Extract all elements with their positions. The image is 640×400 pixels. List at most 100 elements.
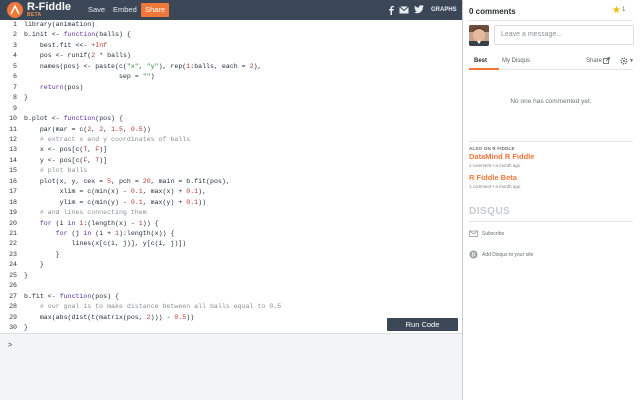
code-text[interactable]: best.fit <<- +Inf bbox=[24, 41, 107, 51]
code-line[interactable]: 23 } bbox=[0, 250, 462, 260]
related-thread-title[interactable]: DataMind R Fiddle bbox=[469, 152, 534, 161]
line-number: 12 bbox=[9, 135, 17, 143]
code-text[interactable]: for (j in (i + 1):length(x)) { bbox=[24, 229, 175, 239]
code-line[interactable]: 20 for (i in 1:(length(x) - 1)) { bbox=[0, 219, 462, 229]
code-line[interactable]: 10 b.plot <- function(pos) { bbox=[0, 114, 462, 124]
facebook-icon[interactable] bbox=[385, 4, 396, 15]
code-text[interactable]: # our goal is to make distance between a… bbox=[24, 302, 281, 312]
code-text[interactable]: # extract x and y coordinates of balls bbox=[24, 135, 190, 145]
console-input[interactable] bbox=[18, 340, 448, 352]
code-text[interactable]: ylim = c(min(y) - 0.1, max(y) + 0.1)) bbox=[24, 198, 206, 208]
code-text[interactable]: library(animation) bbox=[24, 20, 95, 30]
empty-comments-text: No one has commented yet. bbox=[510, 98, 592, 105]
code-text[interactable]: x <- pos[c(T, F)] bbox=[24, 145, 107, 155]
code-line[interactable]: 9 bbox=[0, 104, 462, 114]
share-icon[interactable] bbox=[603, 57, 610, 64]
line-number: 1 bbox=[13, 21, 17, 28]
code-line[interactable]: 13 x <- pos[c(T, F)] bbox=[0, 145, 462, 155]
code-text[interactable]: names(pos) <- paste(c("x", "y"), rep(1:b… bbox=[24, 62, 262, 72]
code-line[interactable]: 16 plot(x, y, cex = 5, pch = 20, main = … bbox=[0, 177, 462, 187]
code-text[interactable]: b.init <- function(balls) { bbox=[24, 30, 131, 40]
line-number: 4 bbox=[13, 52, 17, 60]
code-text[interactable]: } bbox=[24, 323, 28, 333]
line-number: 11 bbox=[9, 125, 17, 133]
divider bbox=[469, 141, 633, 142]
message-input[interactable]: Leave a message... bbox=[494, 25, 634, 45]
code-line[interactable]: 12 # extract x and y coordinates of ball… bbox=[0, 135, 462, 145]
related-thread-meta: 1 comment • a month ago bbox=[469, 163, 521, 168]
code-line[interactable]: 15 # plot balls bbox=[0, 166, 462, 176]
code-text[interactable]: y <- pos[c(F, T)] bbox=[24, 156, 107, 166]
gear-icon[interactable] bbox=[620, 57, 628, 65]
code-text[interactable]: max(abs(dist(t(matrix(pos, 2))) - 0.5)) bbox=[24, 313, 194, 323]
code-line[interactable]: 11 par(mar = c(2, 2, 1.5, 0.5)) bbox=[0, 125, 462, 135]
code-line[interactable]: 1 library(animation) bbox=[0, 20, 462, 30]
code-line[interactable]: 25} bbox=[0, 271, 462, 281]
code-text[interactable]: for (i in 1:(length(x) - 1)) { bbox=[24, 219, 159, 229]
active-tab-indicator bbox=[469, 68, 499, 70]
beta-badge: BETA bbox=[27, 12, 42, 18]
add-disqus-link[interactable]: Add Disqus to your site bbox=[482, 252, 533, 258]
code-line[interactable]: 14 y <- pos[c(F, T)] bbox=[0, 156, 462, 166]
share-link[interactable]: Share bbox=[586, 58, 602, 64]
code-text[interactable]: # and lines connecting them bbox=[24, 208, 147, 218]
tab-best[interactable]: Best bbox=[474, 58, 487, 64]
line-number: 24 bbox=[9, 261, 17, 269]
code-text[interactable]: plot(x, y, cex = 5, pch = 20, main = b.f… bbox=[24, 177, 230, 187]
tab-my-disqus[interactable]: My Disqus bbox=[502, 58, 530, 64]
code-line[interactable]: 19 # and lines connecting them bbox=[0, 208, 462, 218]
graphs-button[interactable]: GRAPHS bbox=[431, 3, 457, 17]
code-text[interactable]: } bbox=[24, 271, 28, 281]
code-text[interactable]: } bbox=[24, 93, 28, 103]
code-line[interactable]: 6 sep = "") bbox=[0, 72, 462, 82]
code-line[interactable]: 7 return(pos) bbox=[0, 83, 462, 93]
line-number: 2 bbox=[13, 31, 17, 39]
save-button[interactable]: Save bbox=[84, 3, 109, 17]
code-line[interactable]: 22 lines(x[c(i, j)], y[c(i, j)]) bbox=[0, 239, 462, 249]
code-text[interactable]: sep = "") bbox=[24, 72, 155, 82]
code-line[interactable]: 3 best.fit <<- +Inf bbox=[0, 41, 462, 51]
line-number: 3 bbox=[13, 41, 17, 49]
line-number: 10 bbox=[9, 115, 17, 123]
code-text[interactable]: b.plot <- function(pos) { bbox=[24, 114, 123, 124]
line-number: 9 bbox=[13, 104, 17, 112]
code-line[interactable]: 2 b.init <- function(balls) { bbox=[0, 30, 462, 40]
code-text[interactable]: xlim = c(min(x) - 0.1, max(x) + 0.1), bbox=[24, 187, 206, 197]
code-line[interactable]: 8} bbox=[0, 93, 462, 103]
avatar bbox=[469, 25, 489, 46]
line-number: 8 bbox=[13, 94, 17, 102]
line-number: 16 bbox=[9, 177, 17, 185]
code-line[interactable]: 21 for (j in (i + 1):length(x)) { bbox=[0, 229, 462, 239]
mail-icon[interactable] bbox=[398, 4, 409, 15]
code-text[interactable]: b.fit <- function(pos) { bbox=[24, 292, 119, 302]
chevron-down-icon[interactable]: ▼ bbox=[629, 58, 634, 64]
embed-button[interactable]: Embed bbox=[109, 3, 141, 17]
code-line[interactable]: 26 bbox=[0, 281, 462, 291]
code-text[interactable]: par(mar = c(2, 2, 1.5, 0.5)) bbox=[24, 125, 151, 135]
code-line[interactable]: 5 names(pos) <- paste(c("x", "y"), rep(1… bbox=[0, 62, 462, 72]
run-code-button[interactable]: Run Code bbox=[387, 318, 458, 331]
code-text[interactable]: return(pos) bbox=[24, 83, 84, 93]
code-text[interactable]: # plot balls bbox=[24, 166, 87, 176]
code-line[interactable]: 27 b.fit <- function(pos) { bbox=[0, 292, 462, 302]
code-line[interactable]: 17 xlim = c(min(x) - 0.1, max(x) + 0.1), bbox=[0, 187, 462, 197]
code-line[interactable]: 24 } bbox=[0, 260, 462, 270]
console[interactable]: > bbox=[0, 333, 462, 400]
related-thread-meta: 1 comment • a month ago bbox=[469, 184, 521, 189]
code-text[interactable]: } bbox=[24, 260, 44, 270]
user-menu[interactable]: 1 bbox=[622, 7, 625, 13]
code-line[interactable]: 18 ylim = c(min(y) - 0.1, max(y) + 0.1)) bbox=[0, 198, 462, 208]
code-line[interactable]: 28 # our goal is to make distance betwee… bbox=[0, 302, 462, 312]
code-text[interactable]: } bbox=[24, 250, 60, 260]
code-text[interactable]: pos <- runif(2 * balls) bbox=[24, 51, 131, 61]
star-icon[interactable]: ★ bbox=[612, 5, 621, 16]
subscribe-link[interactable]: Subscribe bbox=[482, 231, 504, 237]
share-button[interactable]: Share bbox=[141, 3, 170, 17]
twitter-icon[interactable] bbox=[413, 4, 424, 15]
code-text[interactable]: lines(x[c(i, j)], y[c(i, j)]) bbox=[24, 239, 186, 249]
code-editor[interactable]: 1 library(animation) 2 b.init <- function(b… bbox=[0, 20, 462, 333]
related-thread-title[interactable]: R Fiddle Beta bbox=[469, 173, 517, 182]
also-on-heading: ALSO ON R FIDDLE bbox=[469, 146, 515, 151]
code-line[interactable]: 4 pos <- runif(2 * balls) bbox=[0, 51, 462, 61]
disqus-logo[interactable]: DISQUS bbox=[469, 206, 510, 217]
